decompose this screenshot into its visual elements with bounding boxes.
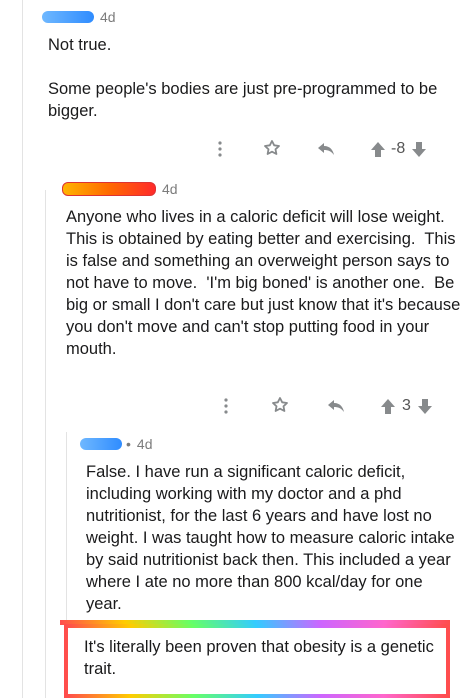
upvote-icon[interactable]	[380, 398, 396, 415]
award-icon[interactable]	[270, 397, 290, 415]
username-redacted[interactable]	[62, 182, 156, 196]
comment-time: 4d	[136, 436, 153, 452]
more-options-icon[interactable]	[216, 398, 236, 414]
comment-body: Anyone who lives in a caloric deficit wi…	[66, 208, 465, 358]
downvote-icon[interactable]	[417, 398, 433, 415]
username-redacted[interactable]	[80, 438, 122, 450]
comment-actions: 3	[216, 397, 433, 415]
quote-block: It's literally been proven that obesity …	[64, 624, 450, 698]
comment-body: False. I have run a significant caloric …	[86, 463, 460, 613]
comment-time: 4d	[162, 181, 178, 197]
username-redacted[interactable]	[42, 11, 94, 23]
vote-score: -8	[391, 140, 406, 157]
thread-line-1	[22, 0, 23, 698]
comment-body: Not true. Some people's bodies are just …	[48, 36, 438, 120]
upvote-icon[interactable]	[370, 141, 386, 158]
vote-score: 3	[402, 397, 411, 414]
award-icon[interactable]	[262, 140, 282, 158]
meta-separator: •	[126, 436, 131, 452]
thread-line-2	[45, 190, 46, 698]
more-options-icon[interactable]	[210, 141, 230, 157]
reply-icon[interactable]	[326, 398, 346, 414]
quote-text: It's literally been proven that obesity …	[84, 638, 439, 678]
comment-meta: 4d	[62, 181, 178, 197]
comment-actions: -8	[210, 140, 427, 158]
downvote-icon[interactable]	[411, 141, 427, 158]
comment-meta: 4d	[42, 9, 116, 25]
comment-meta: • 4d	[80, 436, 152, 452]
reply-icon[interactable]	[316, 141, 336, 157]
comment-time: 4d	[100, 9, 116, 25]
